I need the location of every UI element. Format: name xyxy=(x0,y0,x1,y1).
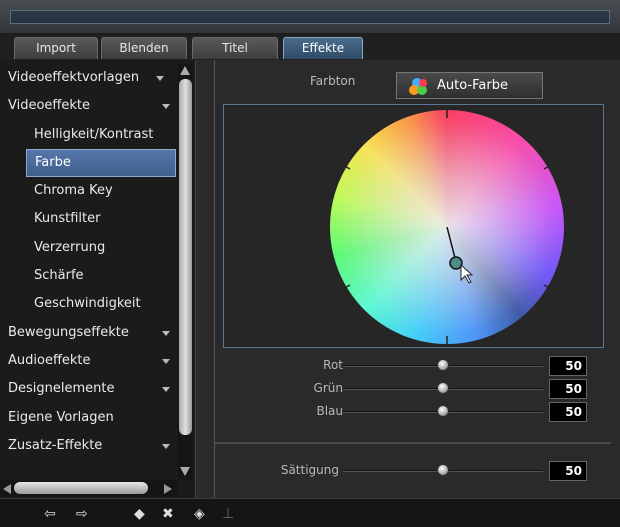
sidebar-item-verzerrung[interactable]: Verzerrung xyxy=(0,234,178,262)
title-bar xyxy=(0,0,620,34)
sidebar-item-schaerfe[interactable]: Schärfe xyxy=(0,262,178,290)
scroll-left-icon[interactable] xyxy=(3,484,11,494)
scroll-up-icon[interactable] xyxy=(180,66,190,75)
color-dots-icon xyxy=(409,78,427,95)
auto-color-button[interactable]: Auto-Farbe xyxy=(396,72,543,99)
sidebar-item-label: Videoeffektvorlagen xyxy=(8,70,140,85)
tab-effekte[interactable]: Effekte xyxy=(283,37,363,59)
scroll-down-icon[interactable] xyxy=(180,467,190,476)
rot-label: Rot xyxy=(323,358,343,372)
gruen-slider-handle[interactable] xyxy=(437,382,449,394)
tab-blenden[interactable]: Blenden xyxy=(101,37,187,59)
chevron-down-icon[interactable] xyxy=(162,358,170,364)
sidebar-item-label: Kunstfilter xyxy=(34,211,101,227)
saettigung-slider-handle[interactable] xyxy=(437,464,449,476)
color-effect-panel: Farbton Auto-Farbe Rot 50 Grün 50 Blau 5… xyxy=(214,60,611,498)
horizontal-scrollbar-thumb[interactable] xyxy=(14,482,148,494)
sidebar-item-label: Chroma Key xyxy=(34,183,113,199)
sidebar-item-label: Eigene Vorlagen xyxy=(8,409,114,425)
scroll-right-icon[interactable] xyxy=(164,484,172,494)
sidebar-item-designelemente[interactable]: Designelemente xyxy=(0,375,178,403)
forward-arrow-icon[interactable]: ⇨ xyxy=(76,506,88,522)
hue-wheel-markers xyxy=(342,110,552,344)
hue-wheel-frame xyxy=(223,104,604,348)
sidebar-item-eigene-vorlagen[interactable]: Eigene Vorlagen xyxy=(0,404,178,432)
sidebar-item-videoeffektvorlagen[interactable]: Videoeffektvorlagen xyxy=(0,64,178,92)
blau-label: Blau xyxy=(316,404,343,418)
sidebar-item-label: Farbe xyxy=(35,154,71,170)
diamond-filled-icon[interactable]: ◈ xyxy=(194,506,205,522)
sidebar-item-label: Zusatz-Effekte xyxy=(8,437,103,453)
chevron-down-icon[interactable] xyxy=(162,330,170,336)
saettigung-label: Sättigung xyxy=(280,463,339,477)
chevron-down-icon[interactable] xyxy=(162,104,170,110)
bottom-toolbar: ⇦ ⇨ ◆ ✖ ◈ ⊥ xyxy=(0,498,620,527)
horizontal-scrollbar[interactable] xyxy=(0,480,178,496)
effects-list: Videoeffektvorlagen Videoeffekte Helligk… xyxy=(0,64,178,460)
gruen-value-field[interactable]: 50 xyxy=(549,379,587,399)
sidebar-item-label: Geschwindigkeit xyxy=(34,296,141,312)
sidebar-item-chroma-key[interactable]: Chroma Key xyxy=(0,177,178,205)
gruen-label: Grün xyxy=(313,381,343,395)
blau-value-field[interactable]: 50 xyxy=(549,402,587,422)
saettigung-value-field[interactable]: 50 xyxy=(549,461,587,481)
sidebar-item-label: Schärfe xyxy=(34,268,84,284)
hue-wheel[interactable] xyxy=(330,110,564,344)
slider-gruen: Grün 50 xyxy=(215,379,611,399)
tab-titel[interactable]: Titel xyxy=(192,37,278,59)
sidebar-item-label: Videoeffekte xyxy=(8,98,90,114)
top-panel-strip xyxy=(10,10,610,24)
sidebar-item-bewegungseffekte[interactable]: Bewegungseffekte xyxy=(0,319,178,347)
auto-color-label: Auto-Farbe xyxy=(437,78,508,93)
close-x-icon[interactable]: ✖ xyxy=(162,506,174,522)
sidebar-item-geschwindigkeit[interactable]: Geschwindigkeit xyxy=(0,290,178,318)
tab-import[interactable]: Import xyxy=(14,37,98,59)
slider-blau: Blau 50 xyxy=(215,402,611,422)
pin-icon[interactable]: ⊥ xyxy=(222,506,234,522)
sidebar-item-label: Helligkeit/Kontrast xyxy=(34,126,154,142)
sidebar-item-label: Bewegungseffekte xyxy=(8,324,129,340)
sidebar-item-videoeffekte[interactable]: Videoeffekte xyxy=(0,92,178,120)
section-divider xyxy=(215,442,611,444)
sidebar-item-label: Audioeffekte xyxy=(8,352,91,368)
sidebar-item-helligkeit-kontrast[interactable]: Helligkeit/Kontrast xyxy=(0,121,178,149)
chevron-down-icon[interactable] xyxy=(156,76,164,81)
slider-saettigung: Sättigung 50 xyxy=(215,461,611,481)
rot-value-field[interactable]: 50 xyxy=(549,356,587,376)
sidebar-item-label: Designelemente xyxy=(8,381,115,397)
sidebar-item-farbe[interactable]: Farbe xyxy=(26,148,176,178)
sidebar-item-zusatz-effekte[interactable]: Zusatz-Effekte xyxy=(0,432,178,460)
tab-strip: Import Blenden Titel Effekte xyxy=(0,34,620,60)
sidebar-item-label: Verzerrung xyxy=(34,239,106,255)
rot-slider-handle[interactable] xyxy=(437,359,449,371)
scrollbar-thumb[interactable] xyxy=(179,79,192,435)
back-arrow-icon[interactable]: ⇦ xyxy=(44,506,56,522)
blau-slider-handle[interactable] xyxy=(437,405,449,417)
effects-sidebar: Videoeffektvorlagen Videoeffekte Helligk… xyxy=(0,60,196,498)
hue-label: Farbton xyxy=(310,74,356,88)
chevron-down-icon[interactable] xyxy=(162,387,170,393)
slider-rot: Rot 50 xyxy=(215,356,611,376)
vertical-scrollbar[interactable] xyxy=(178,64,193,480)
chevron-down-icon[interactable] xyxy=(162,443,170,449)
sidebar-item-kunstfilter[interactable]: Kunstfilter xyxy=(0,205,178,233)
diamond-icon[interactable]: ◆ xyxy=(134,506,145,522)
sidebar-item-audioeffekte[interactable]: Audioeffekte xyxy=(0,347,178,375)
